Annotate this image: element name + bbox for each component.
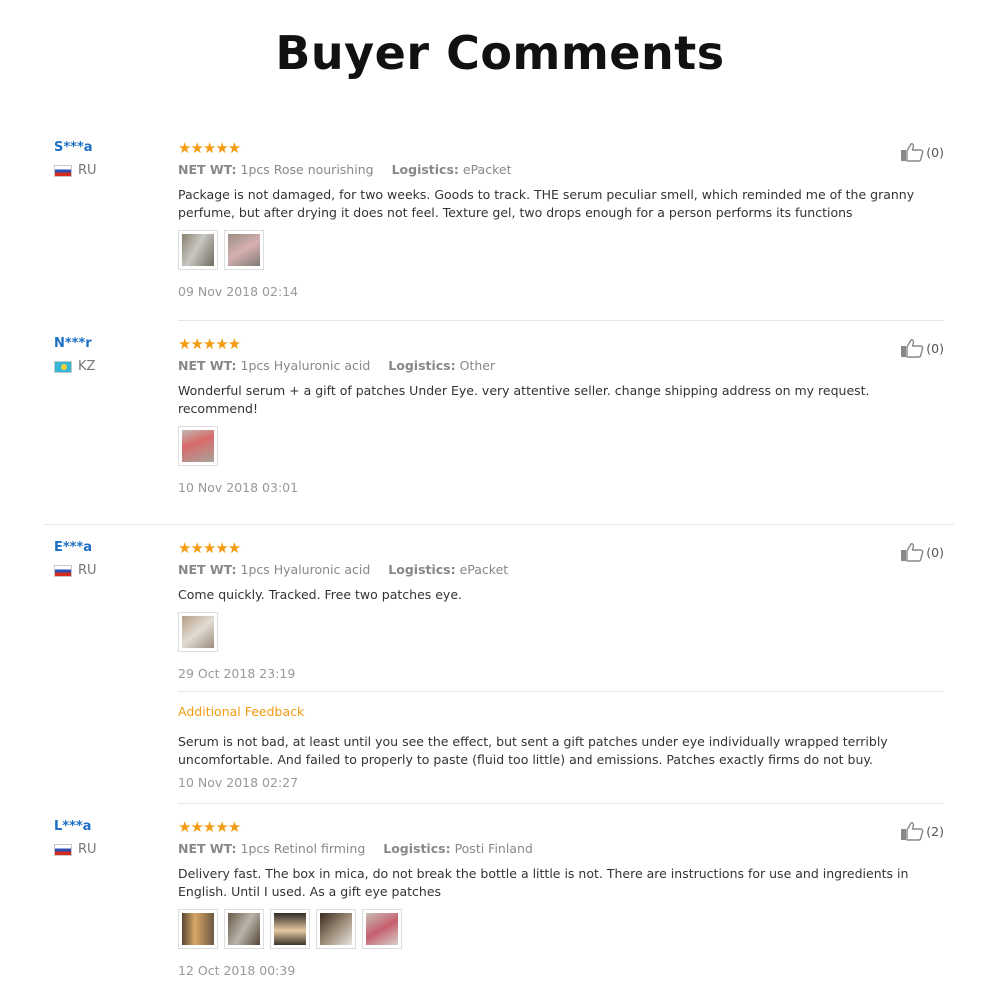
additional-feedback-divider bbox=[178, 691, 944, 692]
page-title: Buyer Comments bbox=[275, 26, 725, 80]
reviewer-info: L***a RU bbox=[54, 819, 97, 857]
review-date: 10 Nov 2018 03:01 bbox=[178, 480, 299, 495]
country-code: RU bbox=[78, 563, 97, 578]
net-wt-label: NET WT: bbox=[178, 358, 237, 373]
helpful-count: (2) bbox=[926, 823, 944, 839]
review-date: 29 Oct 2018 23:19 bbox=[178, 666, 296, 681]
thumbs-up-icon bbox=[901, 543, 924, 562]
logistics-value: ePacket bbox=[459, 562, 509, 577]
review-photo-thumbnail[interactable] bbox=[178, 612, 218, 652]
additional-feedback-date: 10 Nov 2018 02:27 bbox=[178, 775, 299, 790]
review-text: Wonderful serum + a gift of patches Unde… bbox=[178, 383, 870, 416]
review-text: Package is not damaged, for two weeks. G… bbox=[178, 187, 915, 220]
review-photo-thumbnail[interactable] bbox=[362, 909, 402, 949]
helpful-count: (0) bbox=[926, 144, 944, 160]
helpful-button[interactable]: (2) bbox=[900, 821, 944, 841]
product-attributes: NET WT: 1pcs Rose nourishing Logistics: … bbox=[178, 162, 944, 178]
reviewer-name[interactable]: N***r bbox=[54, 336, 95, 351]
helpful-button[interactable]: (0) bbox=[900, 338, 944, 358]
net-wt-label: NET WT: bbox=[178, 841, 237, 856]
helpful-button[interactable]: (0) bbox=[900, 542, 944, 562]
net-wt-label: NET WT: bbox=[178, 162, 237, 177]
russia-flag-icon bbox=[54, 564, 72, 577]
country-code: RU bbox=[78, 842, 97, 857]
reviewer-country: KZ bbox=[54, 359, 95, 374]
net-wt-value: 1pcs Hyaluronic acid bbox=[240, 358, 371, 373]
review-body: ★★★★★ NET WT: 1pcs Hyaluronic acid Logis… bbox=[178, 336, 944, 495]
reviewer-country: RU bbox=[54, 163, 97, 178]
review-text: Delivery fast. The box in mica, do not b… bbox=[178, 866, 909, 899]
thumbs-up-icon bbox=[901, 822, 924, 841]
net-wt-value: 1pcs Retinol firming bbox=[240, 841, 366, 856]
net-wt-label: NET WT: bbox=[178, 562, 237, 577]
reviewer-info: N***r KZ bbox=[54, 336, 95, 374]
review-date: 09 Nov 2018 02:14 bbox=[178, 284, 299, 299]
product-attributes: NET WT: 1pcs Hyaluronic acid Logistics: … bbox=[178, 358, 944, 374]
star-rating: ★★★★★ bbox=[178, 539, 241, 557]
kazakhstan-flag-icon bbox=[54, 360, 72, 373]
reviewer-info: E***a RU bbox=[54, 540, 97, 578]
logistics-label: Logistics: bbox=[391, 162, 459, 177]
additional-feedback-label: Additional Feedback bbox=[178, 704, 305, 719]
review-body: ★★★★★ NET WT: 1pcs Rose nourishing Logis… bbox=[178, 140, 944, 299]
logistics-value: Other bbox=[459, 358, 496, 373]
reviewer-name[interactable]: E***a bbox=[54, 540, 97, 555]
reviewer-name[interactable]: L***a bbox=[54, 819, 97, 834]
logistics-value: ePacket bbox=[462, 162, 512, 177]
logistics-label: Logistics: bbox=[388, 562, 456, 577]
review-photo-thumbnail[interactable] bbox=[178, 230, 218, 270]
product-attributes: NET WT: 1pcs Hyaluronic acid Logistics: … bbox=[178, 562, 944, 578]
review-photos bbox=[178, 230, 944, 270]
review-divider bbox=[178, 803, 944, 804]
review-photos bbox=[178, 426, 944, 466]
thumbs-up-icon bbox=[901, 143, 924, 162]
review-photo-thumbnail[interactable] bbox=[178, 909, 218, 949]
helpful-count: (0) bbox=[926, 544, 944, 560]
section-divider bbox=[44, 524, 954, 525]
review-text: Come quickly. Tracked. Free two patches … bbox=[178, 587, 462, 602]
review-photo-thumbnail[interactable] bbox=[316, 909, 356, 949]
country-code: RU bbox=[78, 163, 97, 178]
reviewer-name[interactable]: S***a bbox=[54, 140, 97, 155]
net-wt-value: 1pcs Hyaluronic acid bbox=[240, 562, 371, 577]
star-rating: ★★★★★ bbox=[178, 335, 241, 353]
net-wt-value: 1pcs Rose nourishing bbox=[240, 162, 374, 177]
review-photo-thumbnail[interactable] bbox=[270, 909, 310, 949]
additional-feedback-text: Serum is not bad, at least until you see… bbox=[178, 734, 888, 767]
thumbs-up-icon bbox=[901, 339, 924, 358]
reviewer-country: RU bbox=[54, 842, 97, 857]
product-attributes: NET WT: 1pcs Retinol firming Logistics: … bbox=[178, 841, 944, 857]
star-rating: ★★★★★ bbox=[178, 139, 241, 157]
reviewer-country: RU bbox=[54, 563, 97, 578]
review-photo-thumbnail[interactable] bbox=[224, 909, 264, 949]
review-divider bbox=[178, 320, 944, 321]
reviewer-info: S***a RU bbox=[54, 140, 97, 178]
helpful-count: (0) bbox=[926, 340, 944, 356]
review-photo-thumbnail[interactable] bbox=[178, 426, 218, 466]
review-photo-thumbnail[interactable] bbox=[224, 230, 264, 270]
star-rating: ★★★★★ bbox=[178, 818, 241, 836]
review-date: 12 Oct 2018 00:39 bbox=[178, 963, 296, 978]
helpful-button[interactable]: (0) bbox=[900, 142, 944, 162]
review-photos bbox=[178, 612, 944, 652]
review-photos bbox=[178, 909, 944, 949]
review-body: ★★★★★ NET WT: 1pcs Hyaluronic acid Logis… bbox=[178, 540, 944, 790]
review-body: ★★★★★ NET WT: 1pcs Retinol firming Logis… bbox=[178, 819, 944, 978]
russia-flag-icon bbox=[54, 164, 72, 177]
logistics-value: Posti Finland bbox=[454, 841, 533, 856]
country-code: KZ bbox=[78, 359, 96, 374]
logistics-label: Logistics: bbox=[383, 841, 451, 856]
logistics-label: Logistics: bbox=[388, 358, 456, 373]
russia-flag-icon bbox=[54, 843, 72, 856]
